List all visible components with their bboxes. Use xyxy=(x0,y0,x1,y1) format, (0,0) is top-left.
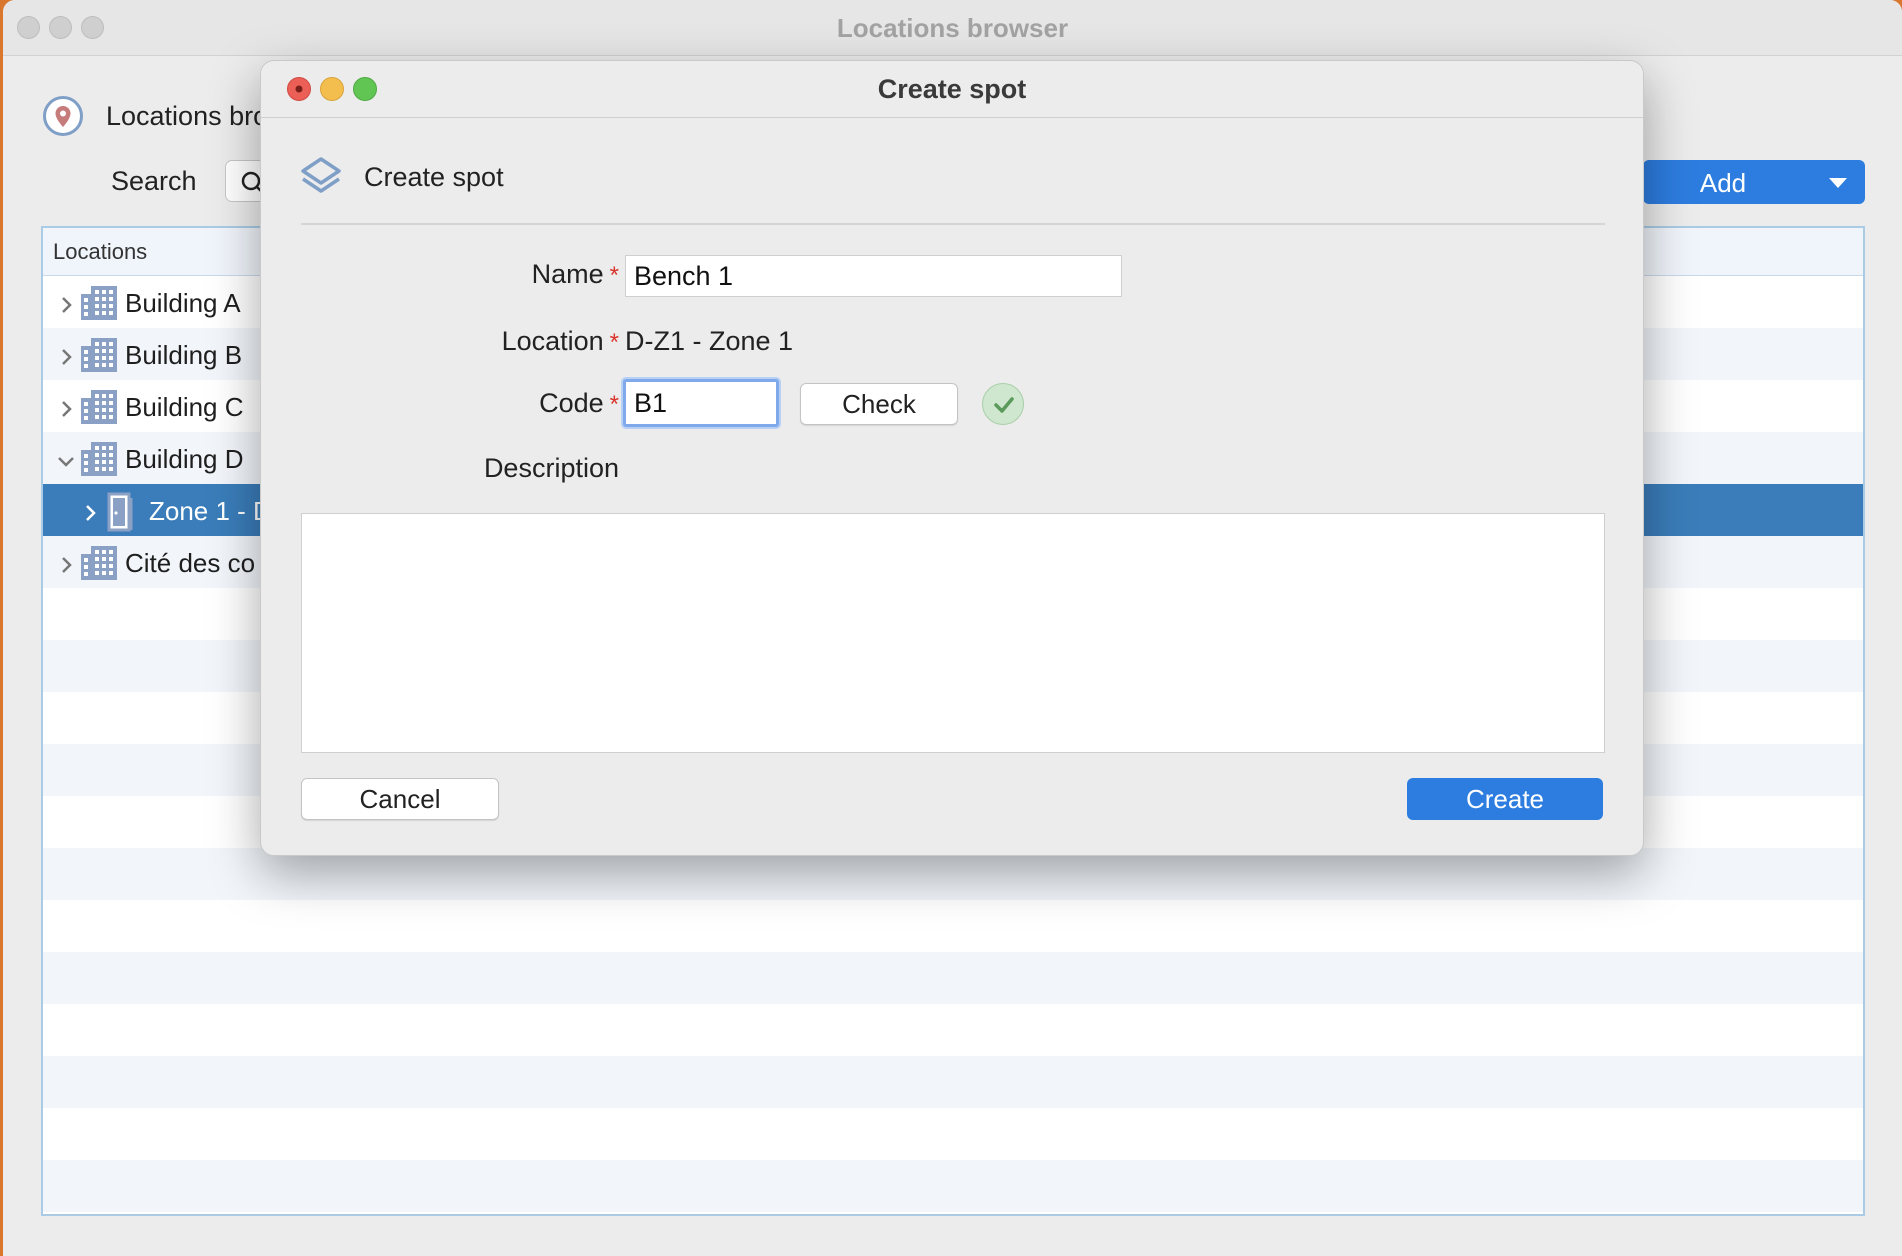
location-value: D-Z1 - Zone 1 xyxy=(625,326,794,356)
layers-icon xyxy=(301,157,341,193)
tree-row-label: Building A xyxy=(125,288,241,318)
building-icon xyxy=(79,336,119,379)
tree-row-label: Building D xyxy=(125,444,244,474)
main-window-title: Locations browser xyxy=(836,13,1069,43)
tree-row-empty xyxy=(43,1004,1863,1056)
tree-row-label: Cité des co xyxy=(125,548,256,578)
tree-row-label: Building B xyxy=(125,340,243,370)
page-title: Locations bro xyxy=(106,101,269,131)
main-titlebar: Locations browser xyxy=(3,0,1902,56)
tree-row-label: Building C xyxy=(125,392,244,422)
building-icon xyxy=(79,544,119,587)
code-label: Code * xyxy=(539,388,619,418)
check-button[interactable]: Check xyxy=(800,383,958,425)
create-spot-dialog: Create spot Create spot Name* Location* … xyxy=(260,60,1644,856)
dialog-divider xyxy=(301,223,1605,225)
location-pin-icon xyxy=(43,96,83,136)
tree-row-empty xyxy=(43,952,1863,1004)
tree-row-label: Zone 1 - D xyxy=(149,496,272,526)
dialog-header-title: Create spot xyxy=(364,162,504,192)
chevron-down-icon[interactable] xyxy=(57,446,75,477)
chevron-right-icon[interactable] xyxy=(81,498,99,529)
building-icon xyxy=(79,388,119,431)
name-label: Name * xyxy=(531,259,619,289)
code-field[interactable] xyxy=(623,379,779,427)
create-button[interactable]: Create xyxy=(1407,778,1603,820)
building-icon xyxy=(79,284,119,327)
required-mark: * xyxy=(609,329,619,356)
tree-row-empty xyxy=(43,1108,1863,1160)
chevron-right-icon[interactable] xyxy=(57,342,75,373)
tree-row-empty xyxy=(43,900,1863,952)
checkmark-icon xyxy=(982,383,1024,425)
tree-row-empty xyxy=(43,1056,1863,1108)
chevron-right-icon[interactable] xyxy=(57,290,75,321)
name-field[interactable] xyxy=(625,255,1122,297)
chevron-right-icon[interactable] xyxy=(57,394,75,425)
chevron-down-icon[interactable] xyxy=(1829,178,1847,188)
location-label: Location * xyxy=(501,326,619,356)
tree-row-empty xyxy=(43,1160,1863,1212)
dialog-titlebar: Create spot xyxy=(261,61,1643,118)
description-textarea[interactable] xyxy=(301,513,1605,753)
building-icon xyxy=(79,440,119,483)
chevron-right-icon[interactable] xyxy=(57,550,75,581)
add-button-label: Add xyxy=(1699,168,1747,198)
required-mark: * xyxy=(609,391,619,418)
search-label: Search xyxy=(111,166,197,196)
cancel-button[interactable]: Cancel xyxy=(301,778,499,820)
dialog-title: Create spot xyxy=(877,74,1027,104)
door-icon xyxy=(103,492,139,539)
description-label: Description xyxy=(483,453,619,483)
add-button[interactable]: Add xyxy=(1643,160,1865,204)
required-mark: * xyxy=(609,262,619,289)
